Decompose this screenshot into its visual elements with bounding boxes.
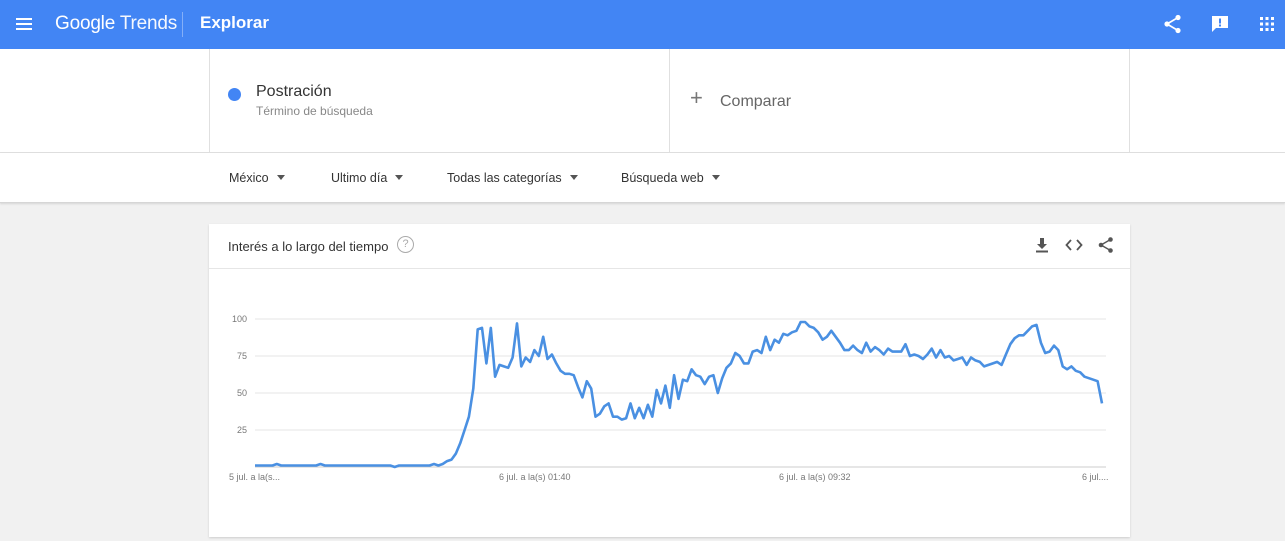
term-color-dot: [228, 88, 241, 101]
compare-button[interactable]: + Comparar: [670, 49, 1130, 153]
y-tick-label: 75: [237, 351, 247, 361]
time-filter-label: Ultimo día: [331, 171, 388, 185]
region-filter-label: México: [229, 171, 269, 185]
page-title: Explorar: [200, 13, 269, 32]
series-line[interactable]: [255, 320, 1104, 469]
compare-label: Comparar: [720, 93, 792, 110]
google-trends-logo[interactable]: Google Trends: [55, 13, 177, 35]
time-filter[interactable]: Ultimo día: [331, 171, 404, 185]
filter-bar: México Ultimo día Todas las categorías B…: [0, 153, 1285, 203]
app-bar: Google Trends Explorar: [0, 0, 1285, 49]
x-tick-label: 6 jul. a la(s) 09:32: [779, 472, 851, 482]
dropdown-arrow-icon: [569, 175, 578, 181]
x-tick-label: 6 jul....: [1082, 472, 1109, 482]
share-icon[interactable]: [1097, 236, 1115, 254]
y-tick-label: 25: [237, 425, 247, 435]
category-filter[interactable]: Todas las categorías: [447, 171, 578, 185]
term-subtitle: Término de búsqueda: [256, 104, 373, 118]
logo-trends-text: Trends: [119, 13, 178, 34]
download-icon[interactable]: [1033, 236, 1051, 254]
search-term-card[interactable]: Postración Término de búsqueda: [209, 49, 670, 153]
menu-icon[interactable]: [12, 12, 36, 36]
y-tick-label: 100: [232, 314, 247, 324]
card-title: Interés a lo largo del tiempo: [228, 239, 389, 254]
region-filter[interactable]: México: [229, 171, 285, 185]
x-tick-label: 5 jul. a la(s...: [229, 472, 280, 482]
dropdown-arrow-icon: [711, 175, 720, 181]
search-type-filter-label: Búsqueda web: [621, 171, 704, 185]
dropdown-arrow-icon: [276, 175, 285, 181]
category-filter-label: Todas las categorías: [447, 171, 562, 185]
search-type-filter[interactable]: Búsqueda web: [621, 171, 720, 185]
logo-google-text: Google: [55, 13, 116, 34]
interest-over-time-card: Interés a lo largo del tiempo ? 25 50 75 10…: [209, 224, 1130, 537]
interest-line-chart: 25 50 75 100 5 jul. a la(s... 6 jul. a la(s) …: [229, 314, 1109, 482]
embed-icon[interactable]: [1065, 236, 1083, 254]
term-name: Postración: [256, 83, 332, 100]
feedback-icon[interactable]: [1208, 12, 1232, 36]
header-divider: [182, 12, 183, 37]
share-icon[interactable]: [1161, 12, 1185, 36]
x-tick-label: 6 jul. a la(s) 01:40: [499, 472, 571, 482]
dropdown-arrow-icon: [395, 175, 404, 181]
plus-icon: +: [690, 85, 703, 110]
search-terms-row: Postración Término de búsqueda + Compara…: [0, 49, 1285, 153]
help-icon[interactable]: ?: [397, 236, 414, 253]
card-header: Interés a lo largo del tiempo ?: [209, 224, 1130, 269]
apps-icon[interactable]: [1255, 12, 1279, 36]
y-tick-label: 50: [237, 388, 247, 398]
